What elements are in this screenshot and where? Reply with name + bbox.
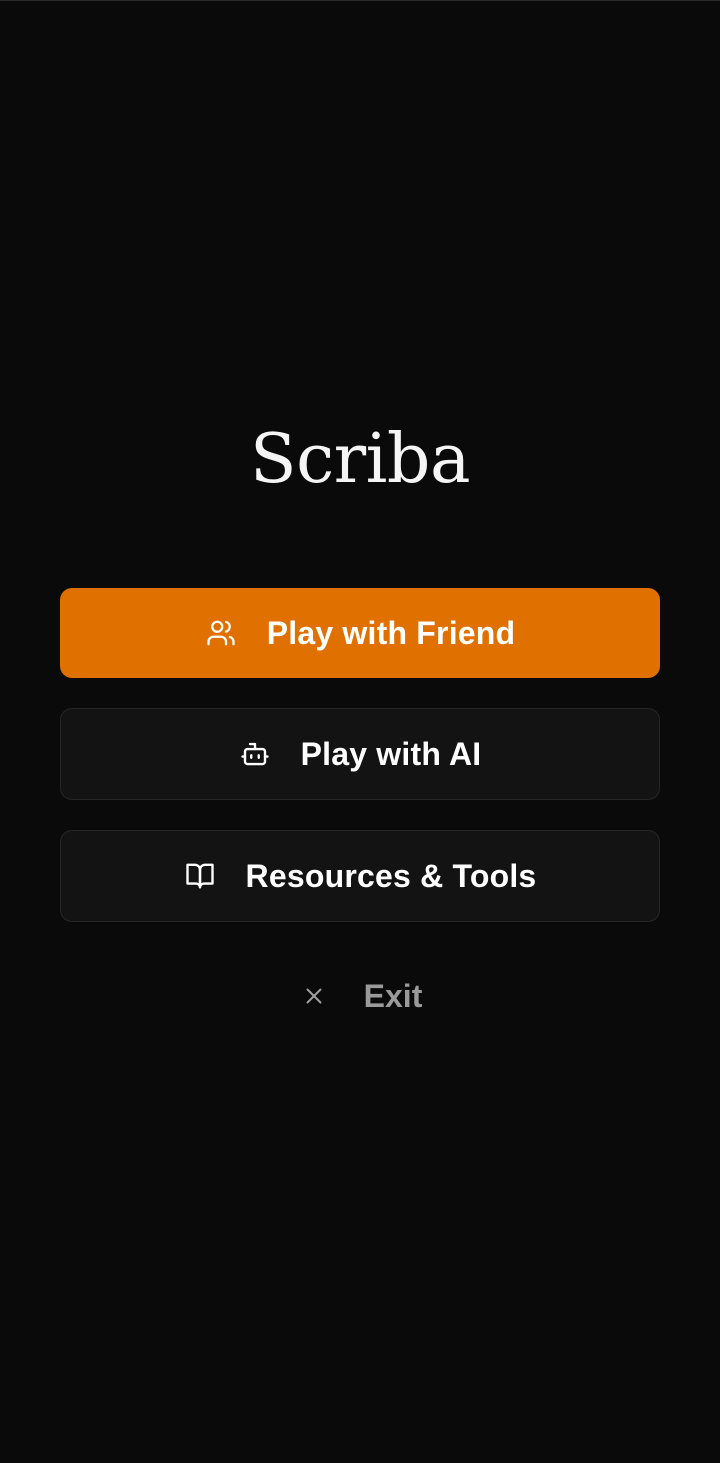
users-icon [205,617,237,649]
app-title: Scriba [250,420,471,499]
bot-icon [239,738,271,770]
play-with-friend-label: Play with Friend [266,614,516,651]
book-open-icon [184,860,216,892]
play-with-ai-button[interactable]: Play with AI [60,708,660,800]
exit-button[interactable]: Exit [0,961,720,1031]
play-with-friend-button[interactable]: Play with Friend [60,588,660,678]
exit-label: Exit [363,977,423,1014]
main-menu-screen: Scriba Play with Friend Play with AI Res… [0,0,720,1463]
close-icon [298,980,330,1012]
play-with-ai-label: Play with AI [300,735,482,772]
resources-tools-button[interactable]: Resources & Tools [60,830,660,922]
resources-tools-label: Resources & Tools [245,857,537,894]
